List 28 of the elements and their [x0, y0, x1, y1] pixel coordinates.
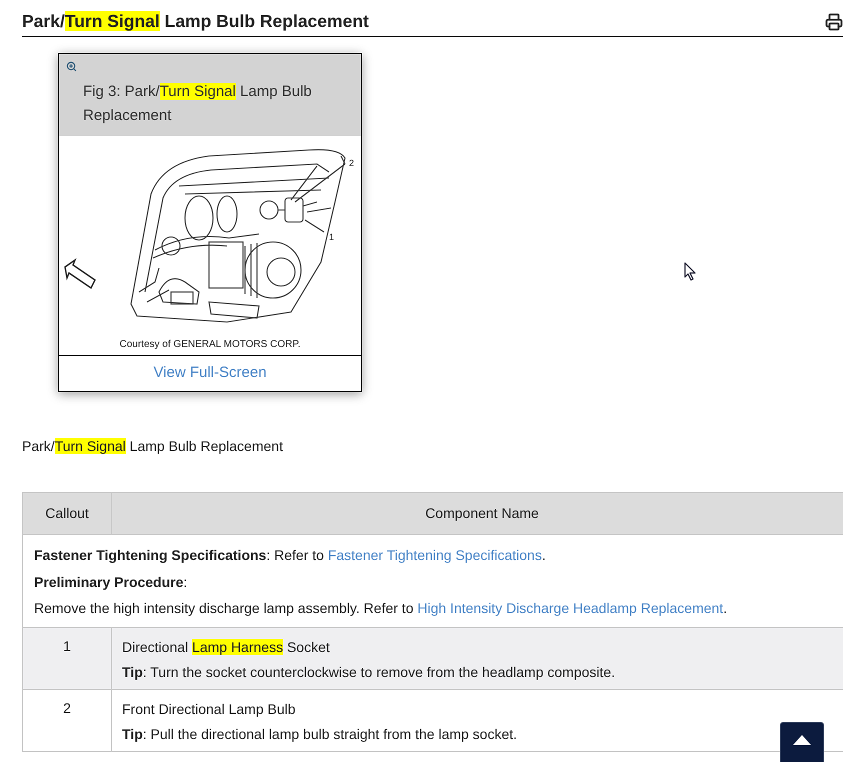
reference-link[interactable]: High Intensity Discharge Headlamp Replacement	[417, 600, 724, 616]
callout-number: 2	[349, 158, 354, 168]
back-to-top-button[interactable]	[780, 722, 824, 762]
figure-credit: Courtesy of GENERAL MOTORS CORP.	[120, 338, 300, 352]
zoom-button[interactable]	[66, 61, 77, 72]
figure-description: Park/Turn Signal Lamp Bulb Replacement	[22, 437, 283, 455]
column-header: Component Name	[112, 492, 843, 534]
component-name: Front Directional Lamp Bulb	[122, 700, 296, 719]
direction-arrow-icon	[64, 258, 96, 290]
note-text: Remove the high intensity discharge lamp assembly. Refer to High Intensity Discharge Headlamp Replacement.	[34, 599, 728, 618]
mouse-pointer-icon	[684, 262, 696, 281]
figure-caption: Fig 3: Park/Turn Signal Lamp Bulb Replacement	[82, 82, 313, 126]
print-button[interactable]	[825, 13, 843, 31]
callout-number-cell: 1	[63, 638, 71, 654]
tip-text: Tip: Turn the socket counterclockwise to remove from the headlamp composite.	[122, 662, 616, 682]
tip-text: Tip: Pull the directional lamp bulb straight from the lamp socket.	[122, 724, 518, 744]
zoom-in-icon	[66, 61, 77, 72]
callout-number-cell: 2	[63, 700, 71, 716]
note-text: Fastener Tightening Specifications: Refer to Fastener Tightening Specifications.	[34, 546, 547, 565]
component-name: Directional Lamp Harness Socket	[122, 638, 330, 657]
printer-icon	[825, 13, 843, 31]
page-title: Park/Turn Signal Lamp Bulb Replacement	[22, 10, 369, 32]
column-header: Callout	[22, 492, 112, 534]
reference-link[interactable]: Fastener Tightening Specifications	[328, 547, 542, 563]
note-text: Preliminary Procedure:	[34, 572, 188, 592]
triangle-up-icon	[793, 735, 811, 745]
view-full-screen-link[interactable]: View Full-Screen	[153, 362, 267, 385]
callout-number: 1	[329, 232, 334, 242]
